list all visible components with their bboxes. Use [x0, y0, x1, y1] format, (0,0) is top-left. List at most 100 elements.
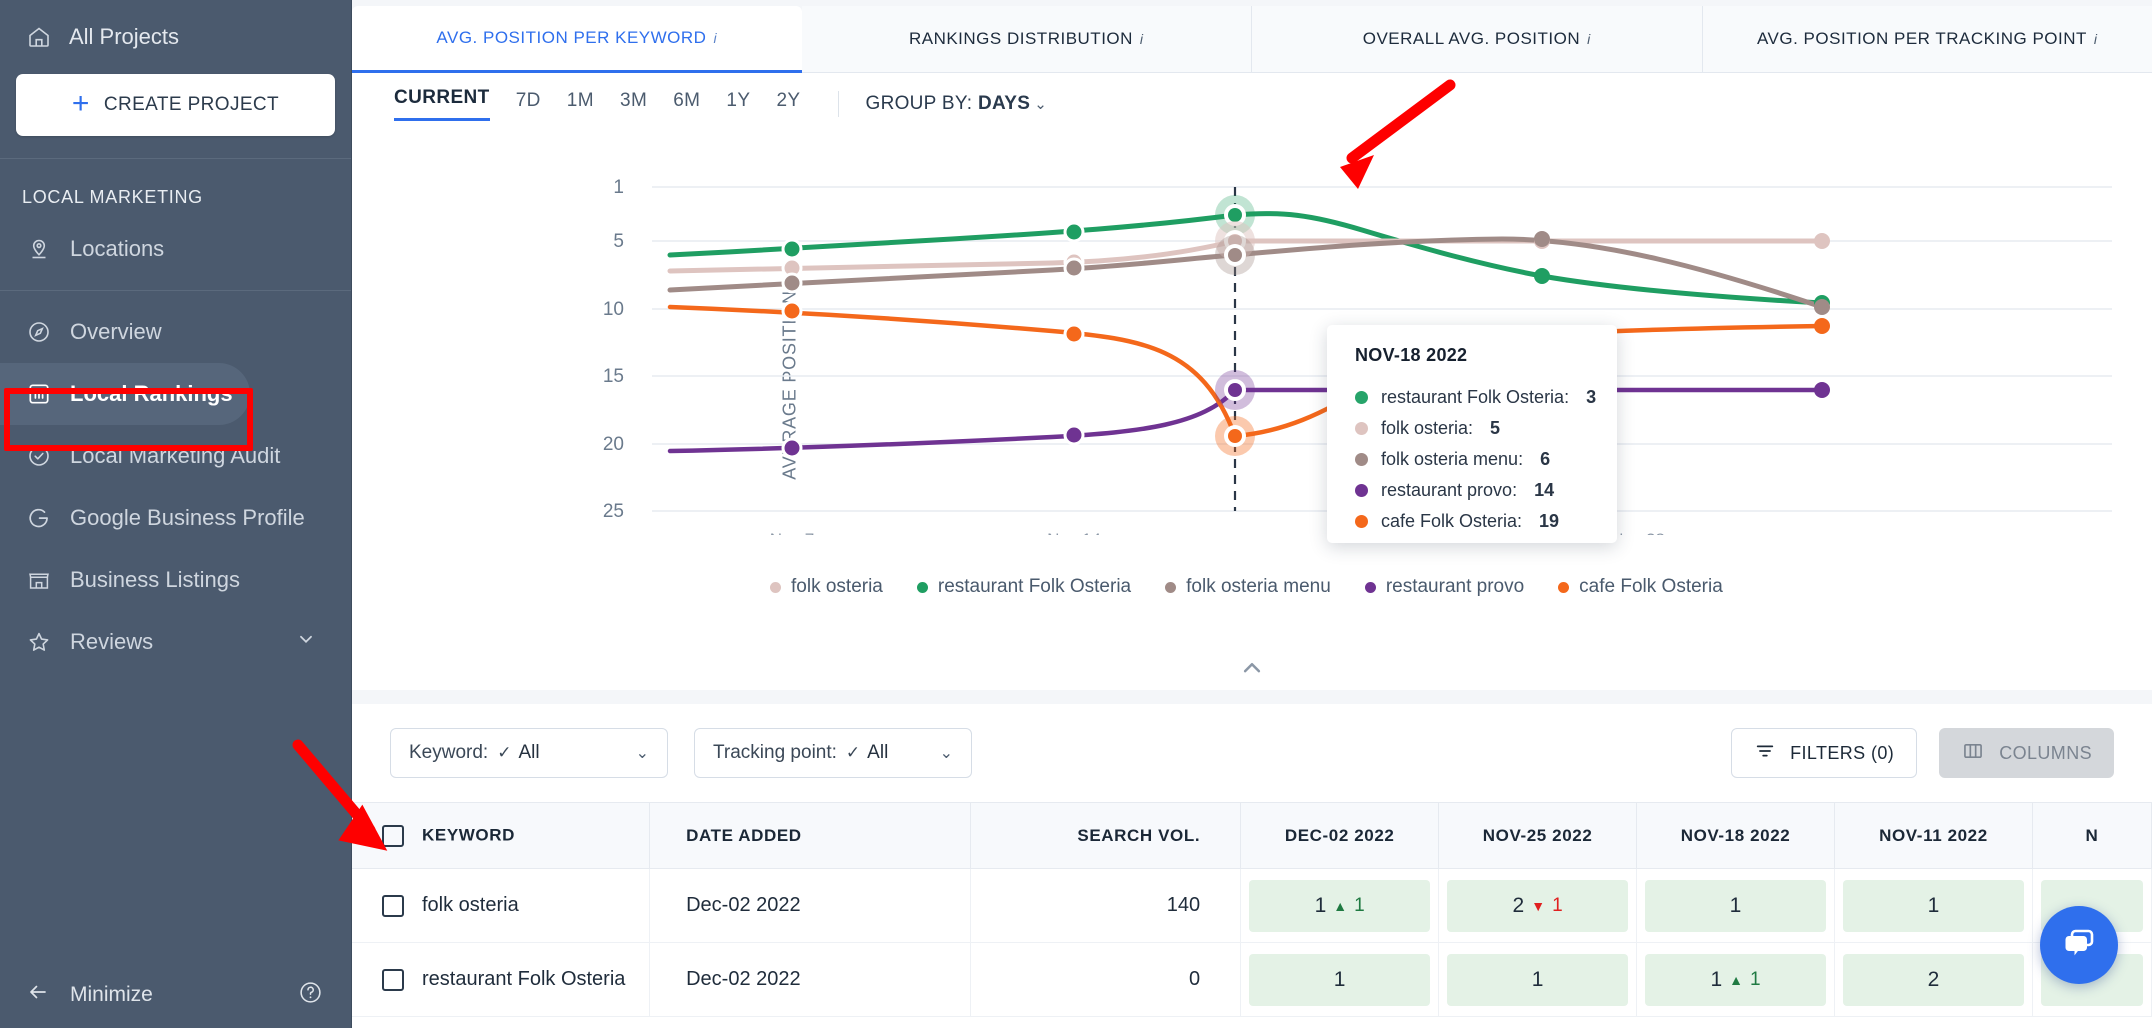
column-header-partial[interactable]: N: [2032, 802, 2152, 869]
sidebar-item-overview[interactable]: Overview: [0, 301, 351, 363]
keyword-filter-select[interactable]: Keyword: ✓ All ⌄: [390, 728, 668, 778]
select-all-checkbox[interactable]: [382, 824, 404, 847]
rank-badge: 2 ▼ 1: [1447, 879, 1629, 932]
legend-item-restaurant-provo[interactable]: restaurant provo: [1364, 576, 1524, 598]
column-header-keyword[interactable]: KEYWORD: [352, 802, 651, 869]
sidebar-item-locations[interactable]: Locations: [0, 218, 351, 280]
legend-item-folk-osteria[interactable]: folk osteria: [770, 576, 883, 598]
column-header-nov-18-2022[interactable]: NOV-18 2022: [1636, 802, 1835, 869]
cell-rank: 1: [1438, 942, 1638, 1017]
tab-rankings-distribution[interactable]: RANKINGS DISTRIBUTION i: [801, 6, 1252, 73]
rank-badge: 1: [1842, 879, 2024, 932]
cell-search-vol: 0: [970, 942, 1242, 1017]
chat-bubble-icon: [2065, 929, 2094, 956]
sidebar-top: All Projects + CREATE PROJECT LOCAL MARK…: [0, 0, 351, 673]
tooltip-row: restaurant Folk Osteria: 3: [1355, 382, 1617, 413]
tab-label: RANKINGS DISTRIBUTION: [908, 29, 1133, 48]
sidebar-item-local-marketing-audit[interactable]: Local Marketing Audit: [0, 425, 351, 487]
range-6m[interactable]: 6M: [673, 90, 700, 118]
legend-item-restaurant-folk-osteria[interactable]: restaurant Folk Osteria: [916, 576, 1131, 598]
group-by-dropdown[interactable]: GROUP BY: DAYS ⌄: [865, 93, 1047, 115]
info-icon[interactable]: i: [2094, 31, 2098, 47]
double-check-icon: ✓: [845, 743, 861, 762]
location-pin-icon: [26, 236, 52, 262]
sidebar-item-all-projects[interactable]: All Projects: [0, 14, 351, 60]
cell-date-added: Dec-02 2022: [649, 868, 972, 943]
rank-badge: 1 ▲ 1: [1249, 879, 1431, 932]
all-projects-label: All Projects: [69, 24, 180, 49]
row-checkbox[interactable]: [382, 968, 404, 991]
sidebar-item-local-rankings[interactable]: Local Rankings: [0, 363, 250, 425]
column-header-dec-02-2022[interactable]: DEC-02 2022: [1240, 802, 1440, 869]
range-2y[interactable]: 2Y: [776, 90, 800, 118]
svg-text:25: 25: [603, 501, 624, 522]
filters-label: FILTERS (0): [1790, 742, 1895, 763]
rank-badge: 2: [1842, 953, 2024, 1006]
column-header-nov-11-2022[interactable]: NOV-11 2022: [1834, 802, 2033, 869]
legend-label: folk osteria menu: [1186, 576, 1331, 597]
cell-rank: 2: [1834, 942, 2033, 1017]
rank-value: 1: [1710, 967, 1723, 991]
table-controls: Keyword: ✓ All ⌄ Tracking point: ✓ All ⌄: [352, 704, 2152, 802]
info-icon[interactable]: i: [1140, 31, 1144, 47]
legend-label: folk osteria: [791, 576, 883, 597]
chart-points-nov18-highlighted: [1215, 195, 1255, 456]
sidebar-item-google-business-profile[interactable]: Google Business Profile: [0, 487, 351, 549]
chevron-down-icon[interactable]: [295, 628, 317, 656]
column-header-nov-25-2022[interactable]: NOV-25 2022: [1438, 802, 1638, 869]
help-icon[interactable]: [298, 980, 323, 1011]
column-header-search-vol[interactable]: SEARCH VOL.: [970, 802, 1242, 869]
chart-points-nov14: [1063, 221, 1085, 446]
tab-overall-avg-position[interactable]: OVERALL AVG. POSITION i: [1252, 6, 1703, 73]
tab-label: AVG. POSITION PER KEYWORD: [436, 28, 707, 47]
create-project-button[interactable]: + CREATE PROJECT: [16, 74, 335, 136]
sidebar-section-title: LOCAL MARKETING: [22, 187, 203, 207]
range-3m[interactable]: 3M: [620, 90, 647, 118]
series-color-dot: [1355, 515, 1368, 528]
tab-avg-position-per-keyword[interactable]: AVG. POSITION PER KEYWORD i: [352, 6, 802, 73]
column-header-date-added[interactable]: DATE ADDED: [649, 802, 972, 869]
series-color-dot: [1355, 391, 1368, 404]
cell-rank: 1: [1834, 868, 2033, 943]
legend-item-folk-osteria-menu[interactable]: folk osteria menu: [1165, 576, 1331, 598]
svg-text:Nov 7: Nov 7: [770, 530, 814, 535]
row-checkbox[interactable]: [382, 894, 404, 917]
tracking-point-filter-select[interactable]: Tracking point: ✓ All ⌄: [694, 728, 972, 778]
sidebar-item-reviews[interactable]: Reviews: [0, 611, 351, 673]
table-head: KEYWORD DATE ADDED SEARCH VOL. DEC-02 20…: [352, 802, 2152, 869]
range-1m[interactable]: 1M: [567, 90, 594, 118]
tooltip-row: folk osteria menu: 6: [1355, 444, 1617, 475]
range-1y[interactable]: 1Y: [726, 90, 750, 118]
filters-button[interactable]: FILTERS (0): [1731, 728, 1918, 778]
legend-item-cafe-folk-osteria[interactable]: cafe Folk Osteria: [1558, 576, 1723, 598]
legend-color-dot: [1558, 581, 1570, 593]
sidebar-minimize-bar[interactable]: Minimize: [0, 962, 351, 1028]
sidebar-item-label: Local Rankings: [70, 381, 233, 406]
check-circle-icon: [26, 443, 52, 469]
columns-icon: [1961, 740, 1985, 767]
range-7d[interactable]: 7D: [516, 90, 541, 118]
legend-color-dot: [770, 581, 781, 593]
range-current[interactable]: CURRENT: [394, 87, 490, 121]
rank-badge: 1: [1249, 953, 1431, 1006]
keyword-filter-value: All: [518, 742, 540, 763]
table-row[interactable]: folk osteria Dec-02 2022 140 1 ▲ 1 2 ▼ 1…: [352, 868, 2152, 943]
group-by-label: GROUP BY:: [865, 93, 973, 114]
info-icon[interactable]: i: [1587, 31, 1591, 47]
table-row[interactable]: restaurant Folk Osteria Dec-02 2022 0 1 …: [352, 942, 2152, 1017]
columns-button[interactable]: COLUMNS: [1939, 728, 2114, 778]
rank-delta: 1: [1354, 894, 1365, 916]
info-icon[interactable]: i: [713, 30, 717, 46]
chart-legend: folk osteria restaurant Folk Osteria fol…: [352, 565, 2152, 609]
chat-widget-button[interactable]: [2040, 906, 2118, 984]
storefront-icon: [26, 567, 52, 593]
sidebar-item-business-listings[interactable]: Business Listings: [0, 549, 351, 611]
rank-badge: 1: [1447, 953, 1629, 1006]
cell-keyword: folk osteria: [352, 868, 651, 943]
cell-search-vol: 140: [970, 868, 1242, 943]
tab-avg-position-per-tracking-point[interactable]: AVG. POSITION PER TRACKING POINT i: [1702, 6, 2152, 73]
tooltip-series-value: 14: [1534, 480, 1555, 500]
arrow-left-icon: [26, 980, 50, 1010]
tooltip-series-value: 5: [1490, 418, 1501, 438]
collapse-chart-button[interactable]: [352, 646, 2152, 690]
